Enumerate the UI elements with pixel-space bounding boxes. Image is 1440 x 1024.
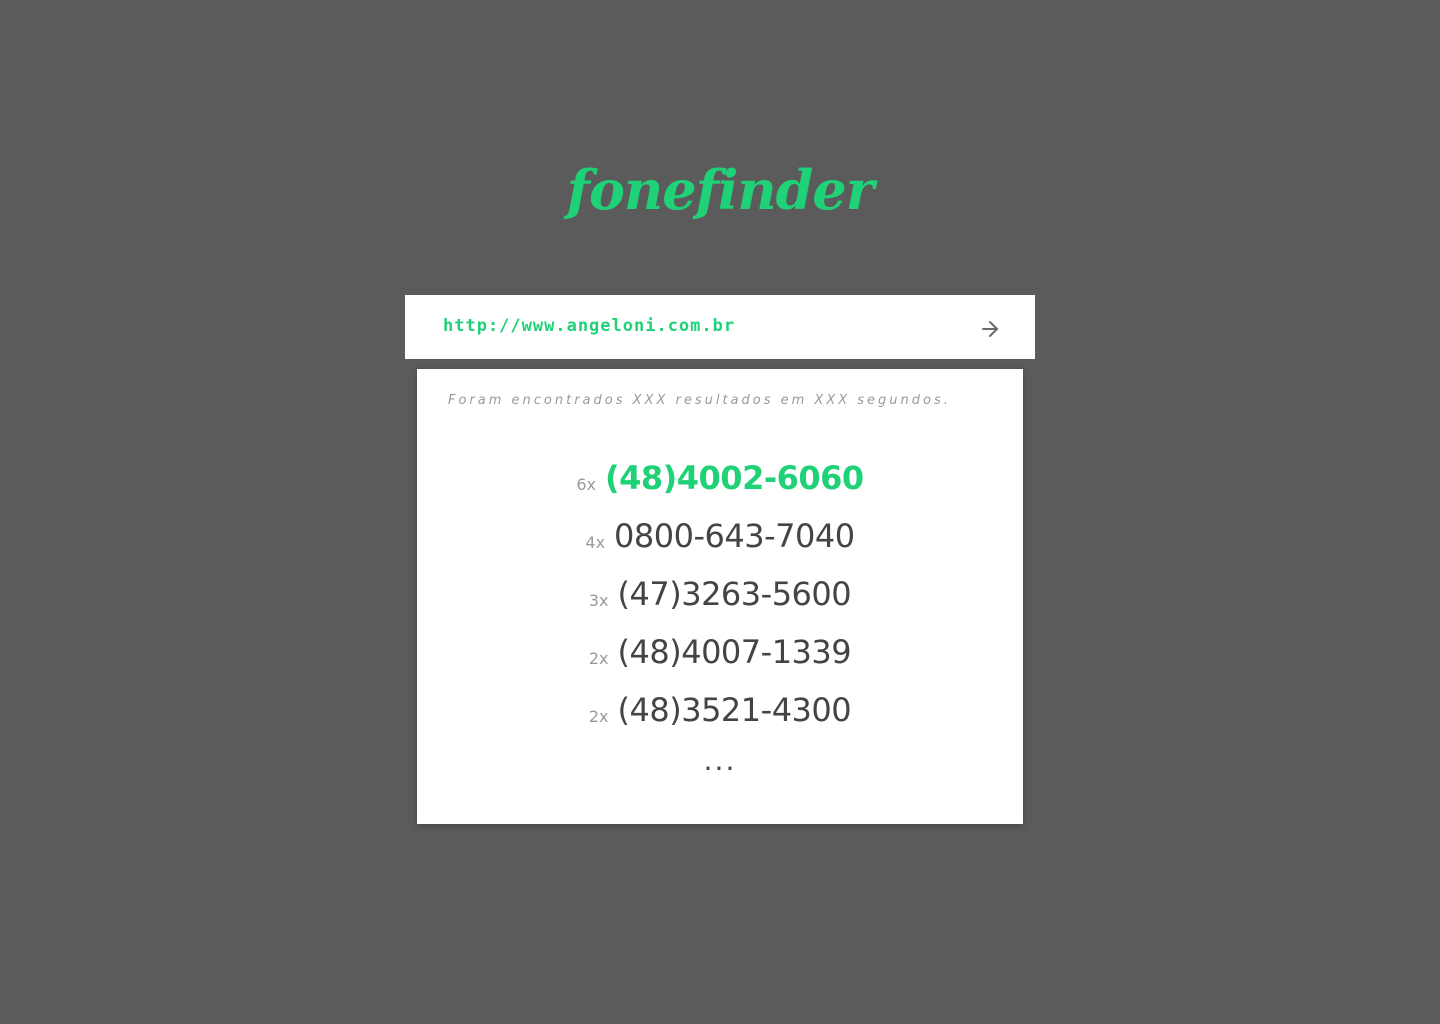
phone-number[interactable]: (48)4002-6060 — [605, 459, 864, 497]
more-results-button[interactable]: ... — [417, 744, 1023, 777]
result-item: 6x (48)4002-6060 — [417, 449, 1023, 507]
url-input[interactable] — [441, 309, 965, 343]
result-item: 2x (48)3521-4300 — [417, 681, 1023, 739]
result-item: 4x 0800-643-7040 — [417, 507, 1023, 565]
phone-number[interactable]: (48)4007-1339 — [618, 633, 852, 671]
search-submit-button[interactable] — [968, 311, 1012, 347]
results-list: 6x (48)4002-6060 4x 0800-643-7040 3x (47… — [417, 449, 1023, 739]
search-bar — [405, 295, 1035, 359]
app-logo: fonefinder — [566, 158, 874, 222]
arrow-right-icon — [982, 321, 998, 337]
occurrence-count: 6x — [576, 474, 596, 494]
occurrence-count: 2x — [588, 706, 609, 726]
results-summary: Foram encontrados XXX resultados em XXX … — [448, 393, 951, 408]
results-card: Foram encontrados XXX resultados em XXX … — [417, 369, 1023, 824]
phone-number[interactable]: (47)3263-5600 — [618, 575, 852, 613]
phone-number[interactable]: (48)3521-4300 — [618, 691, 852, 729]
occurrence-count: 4x — [585, 532, 606, 552]
occurrence-count: 3x — [588, 590, 609, 610]
result-item: 3x (47)3263-5600 — [417, 565, 1023, 623]
result-item: 2x (48)4007-1339 — [417, 623, 1023, 681]
phone-number[interactable]: 0800-643-7040 — [614, 517, 855, 555]
occurrence-count: 2x — [588, 648, 609, 668]
